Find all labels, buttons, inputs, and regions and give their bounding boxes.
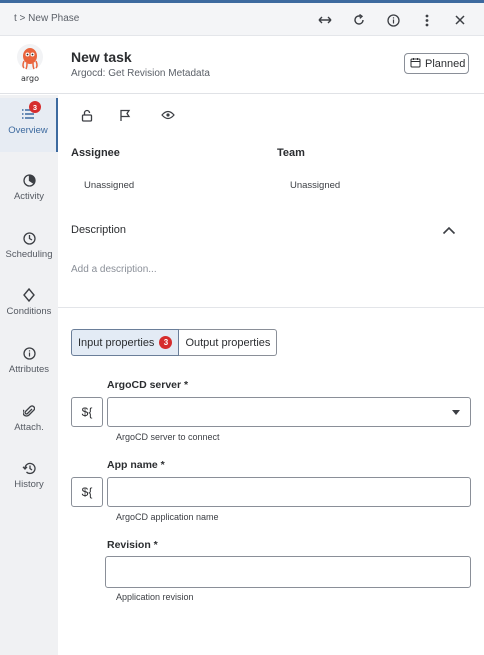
more-vertical-icon[interactable] <box>418 11 436 29</box>
assignee-label: Assignee <box>71 147 120 159</box>
sidebar-item-label: History <box>14 479 44 490</box>
variable-button[interactable]: ${ <box>71 477 103 507</box>
task-header: argo New task Argocd: Get Revision Metad… <box>0 36 484 94</box>
expand-horizontal-icon[interactable] <box>316 11 334 29</box>
sidebar-item-label: Activity <box>13 191 45 202</box>
description-input[interactable]: Add a description... <box>71 264 157 275</box>
overview-badge: 3 <box>29 101 41 113</box>
sidebar-item-label: Scheduling <box>5 249 53 260</box>
revision-label: Revision * <box>107 539 158 551</box>
flag-icon[interactable] <box>117 107 133 123</box>
sidebar-item-attributes[interactable]: Attributes <box>0 337 58 391</box>
sidebar-item-history[interactable]: History <box>0 452 58 506</box>
clock-icon <box>21 230 37 246</box>
sidebar-item-label: Conditions <box>6 306 52 317</box>
sidebar-item-label: Attach. <box>14 422 44 433</box>
description-label: Description <box>71 224 127 236</box>
argocd-server-helper: ArgoCD server to connect <box>116 432 220 442</box>
sidebar-item-label: Overview <box>8 125 48 136</box>
svg-text:argo: argo <box>21 74 39 83</box>
argocd-server-label: ArgoCD server * <box>107 379 189 391</box>
app-name-label: App name * <box>107 459 165 471</box>
info-icon[interactable] <box>384 11 402 29</box>
close-icon[interactable] <box>451 11 469 29</box>
info-icon <box>21 345 37 361</box>
variable-button[interactable]: ${ <box>71 397 103 427</box>
pie-icon <box>21 172 37 188</box>
caret-down-icon <box>452 410 460 415</box>
revision-input[interactable] <box>105 556 471 588</box>
app-name-input[interactable] <box>107 477 471 507</box>
tab-input-properties[interactable]: Input properties 3 <box>71 329 180 356</box>
top-bar: t > New Phase <box>0 0 484 36</box>
eye-icon[interactable] <box>160 107 176 123</box>
tab-output-properties[interactable]: Output properties <box>179 329 278 356</box>
sidebar-item-attachments[interactable]: Attach. <box>0 395 58 449</box>
sidebar-item-overview[interactable]: 3 Overview <box>0 98 58 152</box>
task-panel: Assignee Unassigned Team Unassigned Desc… <box>58 95 484 655</box>
task-subtitle: Argocd: Get Revision Metadata <box>71 68 210 79</box>
chevron-up-icon[interactable] <box>442 222 458 236</box>
revision-helper: Application revision <box>116 592 194 602</box>
tab-label: Input properties <box>78 336 155 349</box>
lock-icon[interactable] <box>79 107 95 123</box>
sidebar-item-conditions[interactable]: Conditions <box>0 279 58 333</box>
input-count-badge: 3 <box>159 336 173 349</box>
diamond-icon <box>21 287 37 303</box>
argo-logo: argo <box>15 43 45 83</box>
sidebar-item-scheduling[interactable]: Scheduling <box>0 222 58 276</box>
list-icon: 3 <box>20 101 41 122</box>
assignee-value[interactable]: Unassigned <box>84 180 134 191</box>
task-title[interactable]: New task <box>71 49 132 65</box>
sidebar-item-activity[interactable]: Activity <box>0 164 58 218</box>
refresh-icon[interactable] <box>350 11 368 29</box>
sidebar: 3 Overview Activity Scheduling Condition… <box>0 95 58 655</box>
team-value[interactable]: Unassigned <box>290 180 340 191</box>
breadcrumb[interactable]: t > New Phase <box>14 13 79 24</box>
paperclip-icon <box>21 403 37 419</box>
app-name-helper: ArgoCD application name <box>116 512 219 522</box>
sidebar-item-label: Attributes <box>8 364 50 375</box>
history-icon <box>21 460 37 476</box>
tab-label: Output properties <box>185 336 271 349</box>
status-label: Planned <box>425 57 466 70</box>
properties-tabs: Input properties 3 Output properties <box>71 329 278 356</box>
argocd-server-select[interactable] <box>107 397 471 427</box>
team-label: Team <box>277 147 305 159</box>
status-badge[interactable]: Planned <box>404 53 469 74</box>
divider <box>58 307 484 308</box>
calendar-icon <box>410 57 421 71</box>
